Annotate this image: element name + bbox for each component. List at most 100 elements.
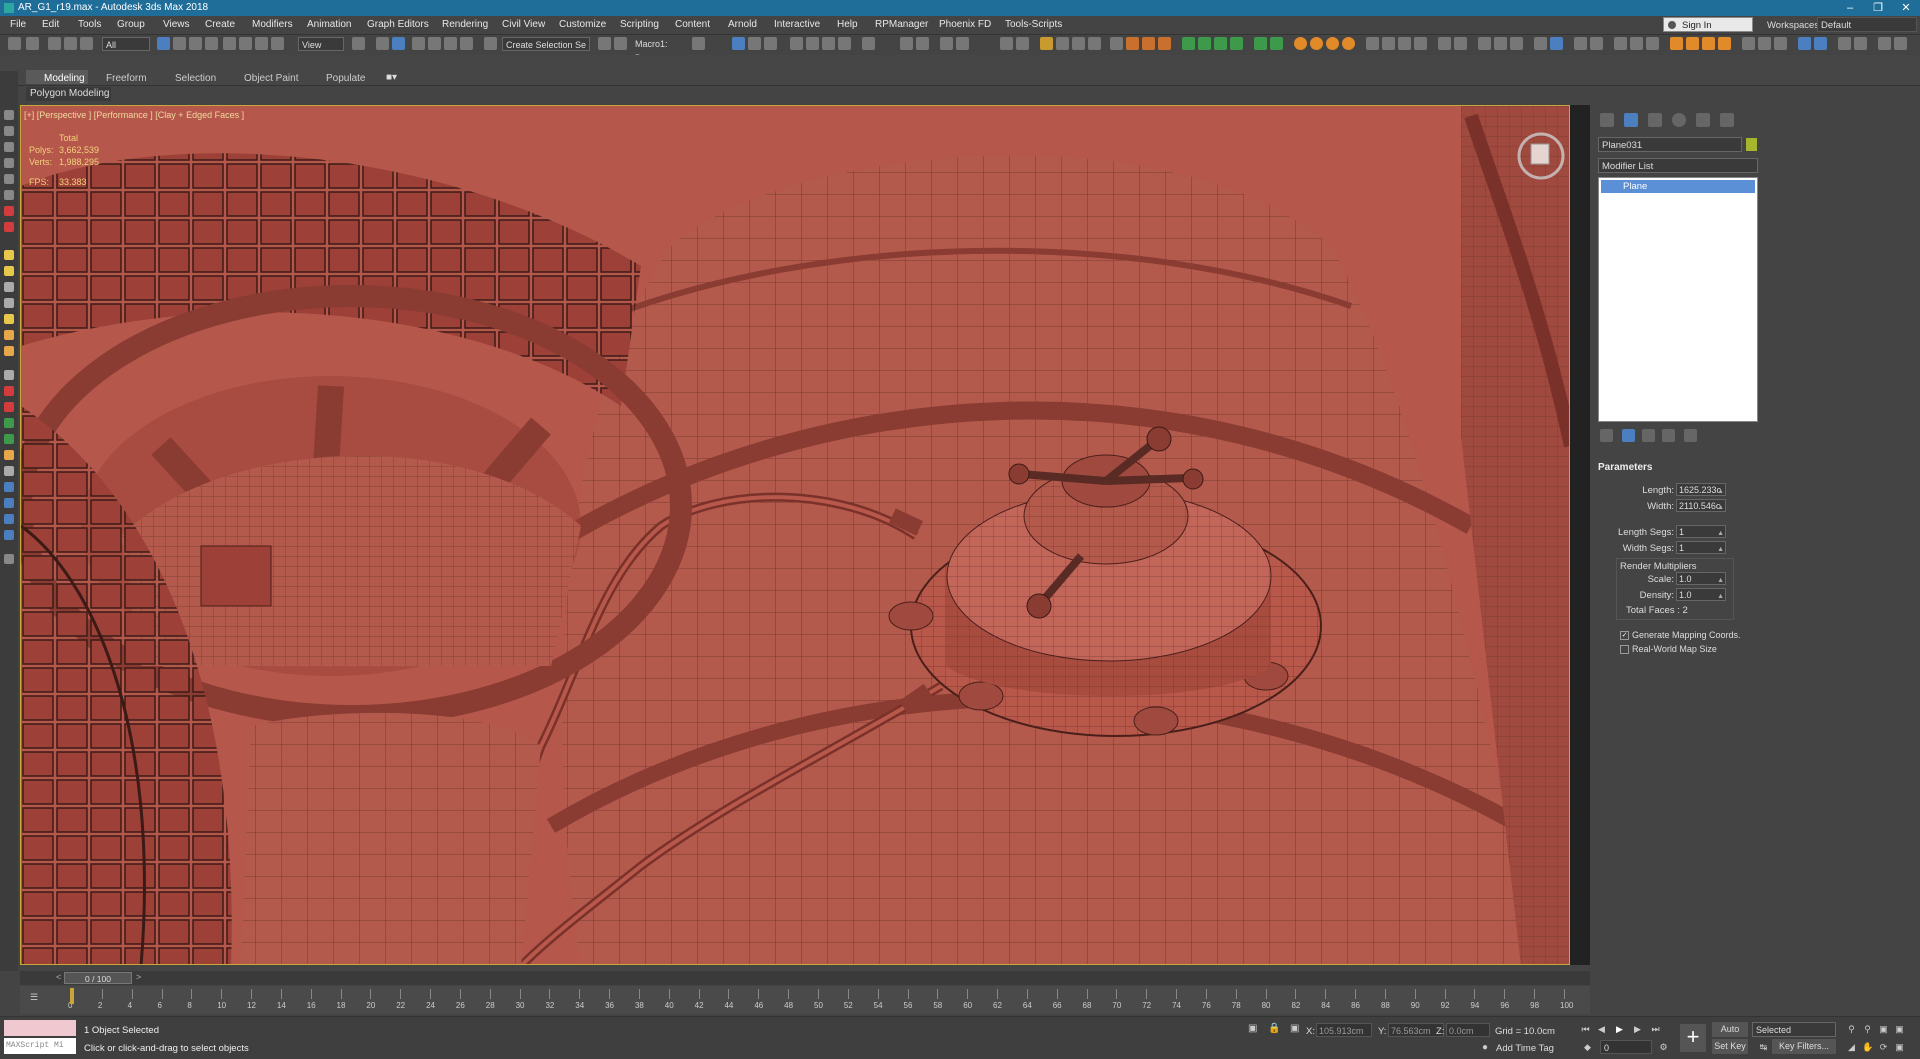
menu-scripting[interactable]: Scripting [620, 19, 659, 30]
sign-in-dropdown[interactable]: Sign In [1663, 17, 1753, 32]
toolbar-tool-icon[interactable] [1534, 37, 1547, 50]
render-production-icon[interactable] [862, 37, 875, 50]
close-icon[interactable]: ✕ [1892, 0, 1920, 16]
object-color-swatch[interactable] [1746, 138, 1757, 151]
scene-explorer-icon[interactable] [692, 37, 705, 50]
remove-modifier-icon[interactable] [1662, 429, 1675, 442]
strip-tool-icon[interactable] [4, 450, 14, 460]
utilities-tab-icon[interactable] [1720, 113, 1734, 127]
pivot-icon[interactable] [352, 37, 365, 50]
track-bar-menu-icon[interactable]: ☰ [30, 992, 38, 1003]
angle-snap-icon[interactable] [428, 37, 441, 50]
menu-tools-scripts[interactable]: Tools-Scripts [1005, 19, 1062, 30]
maximize-viewport-icon[interactable]: ▣ [1894, 1042, 1905, 1053]
width-spinner[interactable]: 2110.546c ▲ [1676, 499, 1726, 512]
menu-file[interactable]: File [10, 19, 26, 30]
toolbar-tool-icon[interactable] [1758, 37, 1771, 50]
menu-rendering[interactable]: Rendering [442, 19, 488, 30]
menu-group[interactable]: Group [117, 19, 145, 30]
toolbar-tool-icon[interactable] [1702, 37, 1715, 50]
absolute-mode-icon[interactable]: ▣ [1290, 1023, 1299, 1034]
toolbar-tool-icon[interactable] [1016, 37, 1029, 50]
move-icon[interactable] [223, 37, 236, 50]
toolbar-tool-icon[interactable] [1838, 37, 1851, 50]
strip-tool-icon[interactable] [4, 530, 14, 540]
x-coordinate-field[interactable]: 105.913cm [1316, 1023, 1372, 1037]
modifier-list-dropdown[interactable]: Modifier List [1598, 158, 1758, 173]
menu-graph-editors[interactable]: Graph Editors [367, 19, 429, 30]
time-prev-icon[interactable]: < [56, 972, 61, 982]
strip-tool-icon[interactable] [4, 402, 14, 412]
key-mode-dropdown[interactable]: Selected [1752, 1022, 1836, 1037]
rotate-icon[interactable] [239, 37, 252, 50]
isolate-icon[interactable]: ▣ [1248, 1023, 1257, 1034]
toolbar-tool-icon[interactable] [1198, 37, 1211, 50]
reference-coord-dropdown[interactable]: View [298, 37, 344, 51]
toolbar-tool-icon[interactable] [1182, 37, 1195, 50]
tab-object-paint[interactable]: Object Paint [244, 73, 298, 84]
tab-populate[interactable]: Populate [326, 73, 365, 84]
add-time-tag[interactable]: Add Time Tag [1496, 1043, 1554, 1054]
tab-modeling[interactable]: Modeling [44, 73, 85, 84]
toolbar-tool-icon[interactable] [1056, 37, 1069, 50]
toolbar-tool-icon[interactable] [1686, 37, 1699, 50]
toolbar-tool-icon[interactable] [1510, 37, 1523, 50]
play-icon[interactable]: ▶ [1614, 1024, 1625, 1035]
toolbar-tool-icon[interactable] [1798, 37, 1811, 50]
workspaces-dropdown[interactable]: Default [1817, 17, 1917, 32]
toolbar-tool-icon[interactable] [1254, 37, 1267, 50]
select-by-name-icon[interactable] [173, 37, 186, 50]
mirror-icon[interactable] [598, 37, 611, 50]
window-crossing-icon[interactable] [205, 37, 218, 50]
curve-editor-icon[interactable] [764, 37, 777, 50]
strip-tool-icon[interactable] [4, 142, 14, 152]
strip-tool-icon[interactable] [4, 330, 14, 340]
key-filter-icon[interactable]: ↹ [1758, 1042, 1769, 1053]
scale-icon[interactable] [255, 37, 268, 50]
toolbar-tool-icon[interactable] [1614, 37, 1627, 50]
object-name-field[interactable]: Plane031 [1598, 137, 1742, 152]
snaps-toggle-icon[interactable] [412, 37, 425, 50]
toolbar-tool-icon[interactable] [1398, 37, 1411, 50]
perspective-viewport[interactable] [20, 105, 1570, 965]
hierarchy-tab-icon[interactable] [1648, 113, 1662, 127]
strip-tool-icon[interactable] [4, 126, 14, 136]
toolbar-tool-icon[interactable] [1088, 37, 1101, 50]
length-segs-spinner[interactable]: 1 ▲ [1676, 525, 1726, 538]
toolbar-tool-icon[interactable] [1718, 37, 1731, 50]
viewport-label[interactable]: [+] [Perspective ] [Performance ] [Clay … [24, 110, 244, 120]
toolbar-tool-icon[interactable] [1478, 37, 1491, 50]
minimize-icon[interactable]: – [1836, 0, 1864, 16]
gen-mapping-checkbox[interactable]: ✓ Generate Mapping Coords. [1620, 630, 1741, 641]
toolbar-tool-icon[interactable] [1494, 37, 1507, 50]
zoom-extents-icon[interactable]: ▣ [1878, 1024, 1889, 1035]
strip-tool-icon[interactable] [4, 314, 14, 324]
edit-named-sel-icon[interactable] [484, 37, 497, 50]
toolbar-tool-icon[interactable] [1814, 37, 1827, 50]
stack-item-plane[interactable]: Plane [1601, 180, 1755, 193]
strip-tool-icon[interactable] [4, 386, 14, 396]
menu-tools[interactable]: Tools [78, 19, 101, 30]
menu-civil-view[interactable]: Civil View [502, 19, 545, 30]
material-editor-icon[interactable] [806, 37, 819, 50]
strip-tool-icon[interactable] [4, 250, 14, 260]
current-frame-field[interactable]: 0 [1600, 1040, 1652, 1054]
time-next-icon[interactable]: > [136, 972, 141, 982]
create-tab-icon[interactable] [1600, 113, 1614, 127]
strip-tool-icon[interactable] [4, 222, 14, 232]
key-mode-icon[interactable]: ◆ [1582, 1042, 1593, 1053]
current-frame-marker[interactable] [70, 988, 74, 1004]
toolbar-tool-icon[interactable] [1878, 37, 1891, 50]
toolbar-tool-icon[interactable] [1894, 37, 1907, 50]
toolbar-tool-icon[interactable] [900, 37, 913, 50]
macro-field[interactable]: Macro1: Drag [632, 37, 688, 63]
toolbar-tool-icon[interactable] [956, 37, 969, 50]
strip-tool-icon[interactable] [4, 370, 14, 380]
previous-frame-icon[interactable]: ◀ [1596, 1024, 1607, 1035]
time-config-icon[interactable]: ⚙ [1658, 1042, 1669, 1053]
layer-explorer-icon[interactable] [732, 37, 745, 50]
menu-customize[interactable]: Customize [559, 19, 606, 30]
width-segs-spinner[interactable]: 1 ▲ [1676, 541, 1726, 554]
length-spinner[interactable]: 1625.233c ▲ [1676, 483, 1726, 496]
zoom-icon[interactable]: ⚲ [1846, 1024, 1857, 1035]
